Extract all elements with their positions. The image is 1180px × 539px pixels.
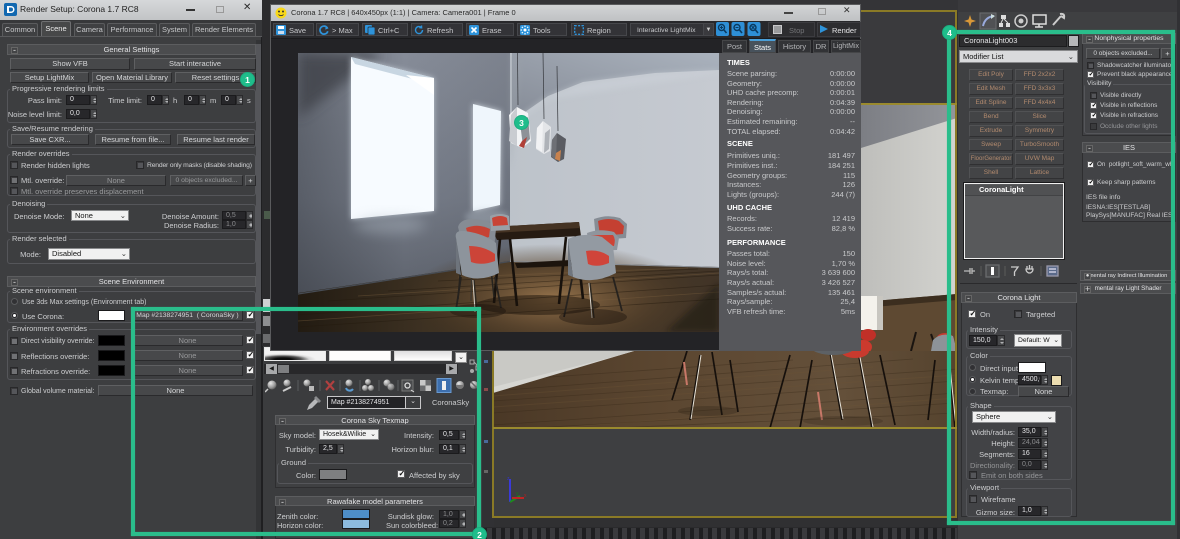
svg-text:x: x [524, 493, 527, 499]
